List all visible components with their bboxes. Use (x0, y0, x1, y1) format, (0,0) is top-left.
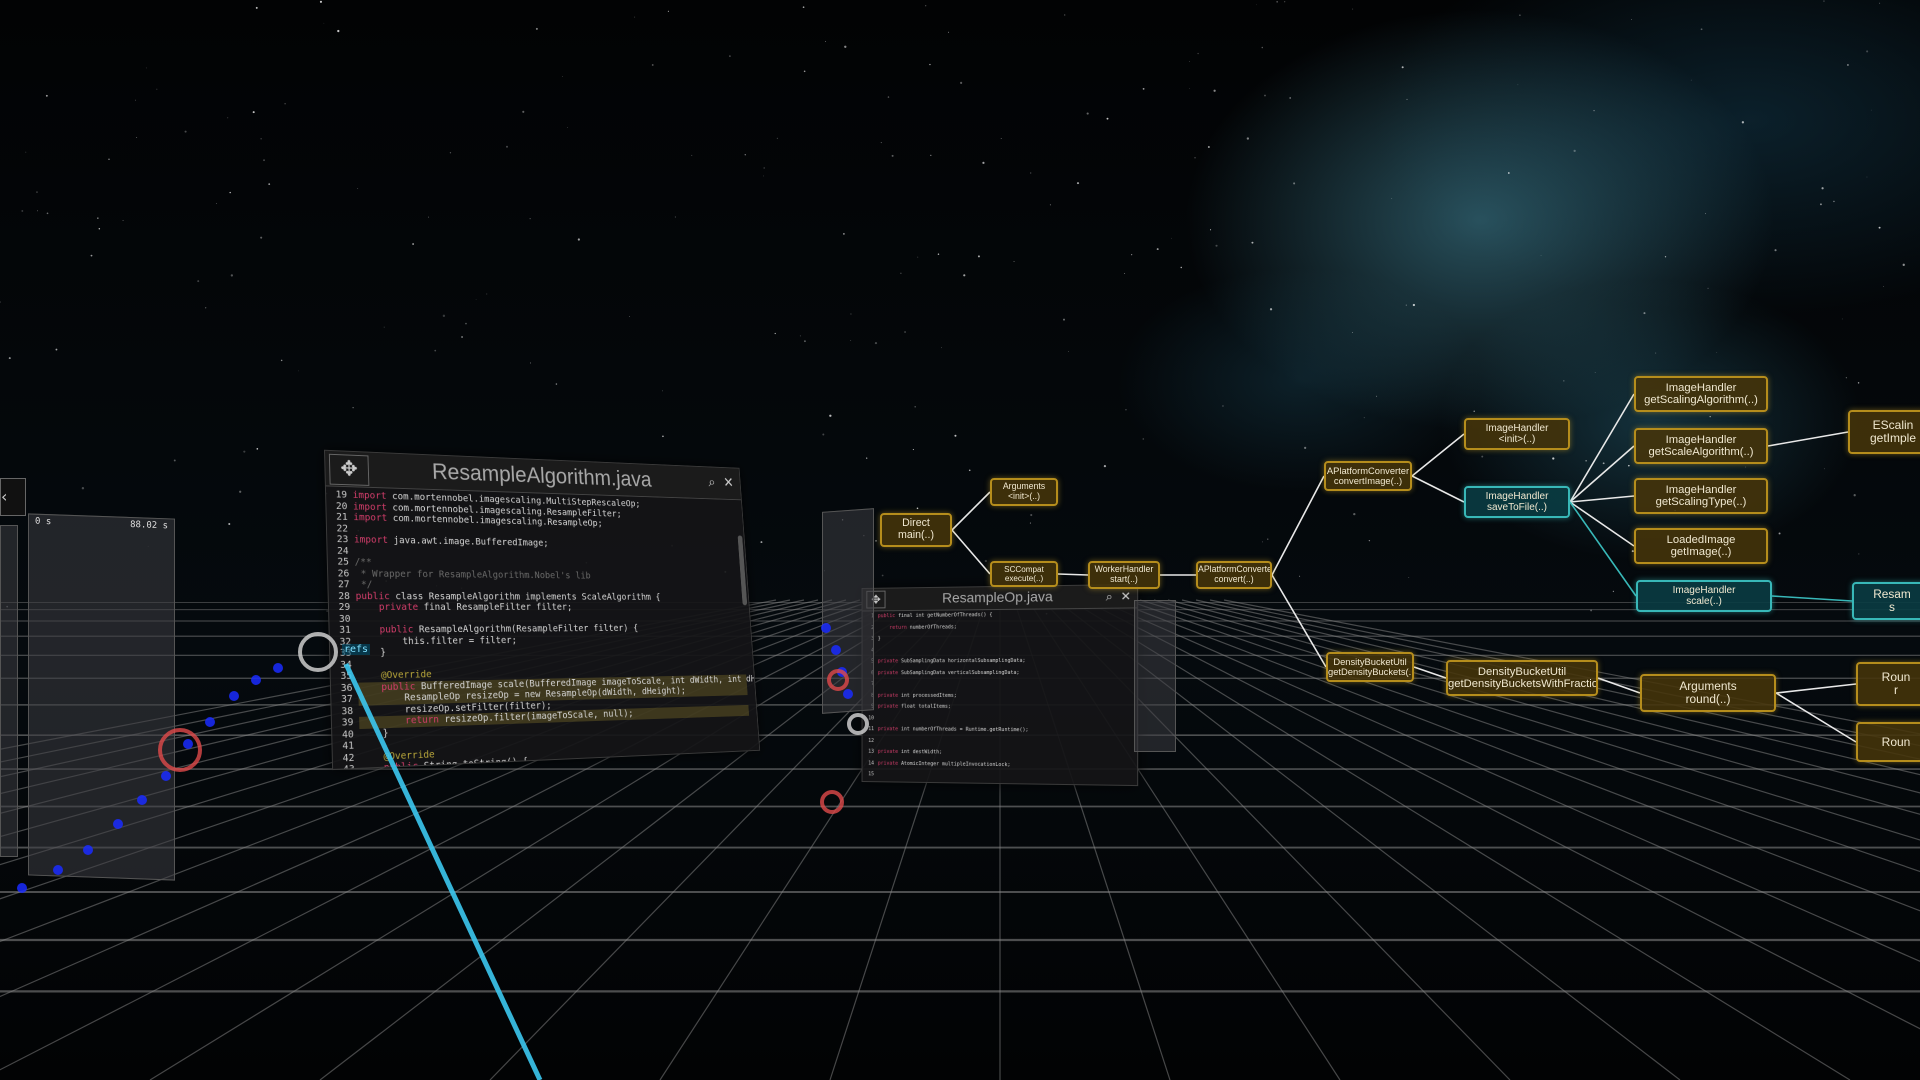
trail-dot (205, 717, 215, 727)
node-class-label: Direct (882, 518, 950, 530)
graph-edge (1412, 476, 1464, 502)
graph-node-ih-save[interactable]: ImageHandler saveToFile(..) (1464, 486, 1570, 518)
node-class-label: Arguments (992, 482, 1056, 492)
trail-dot (137, 795, 147, 805)
node-method-label: getScalingAlgorithm(..) (1636, 394, 1766, 406)
node-method-label: <init>(..) (992, 492, 1056, 502)
node-method-label: convertImage(..) (1326, 476, 1410, 486)
node-method-label: scale(..) (1638, 596, 1770, 607)
graph-node-args-round[interactable]: Arguments round(..) (1640, 674, 1776, 712)
graph-edge (1272, 476, 1324, 575)
trail-dot (161, 771, 171, 781)
trail-dot (831, 645, 841, 655)
graph-edge (1272, 575, 1326, 667)
graph-node-worker[interactable]: WorkerHandler start(..) (1088, 561, 1160, 589)
node-class-label: Resam (1854, 588, 1920, 601)
graph-node-dbu2[interactable]: DensityBucketUtil getDensityBucketsWithFr… (1446, 660, 1598, 696)
graph-node-apconv[interactable]: APlatformConverter convert(..) (1196, 561, 1272, 589)
graph-edge (1570, 446, 1634, 502)
graph-edge (1412, 434, 1464, 476)
trail-dot (821, 623, 831, 633)
node-class-label: Roun (1858, 736, 1920, 749)
trail-dot (83, 845, 93, 855)
node-class-label: DensityBucketUtil (1328, 657, 1412, 667)
node-method-label: convert(..) (1198, 575, 1270, 585)
graph-node-ih-getscalealg[interactable]: ImageHandler getScaleAlgorithm(..) (1634, 428, 1768, 464)
node-method-label: saveToFile(..) (1466, 502, 1568, 513)
node-method-label: <init>(..) (1466, 434, 1568, 445)
graph-node-roun2[interactable]: Roun (1856, 722, 1920, 762)
node-method-label: execute(..) (992, 574, 1056, 583)
node-class-label: ImageHandler (1636, 434, 1766, 446)
node-method-label: getScaleAlgorithm(..) (1636, 446, 1766, 458)
node-class-label: ImageHandler (1636, 484, 1766, 496)
trail-dot (53, 865, 63, 875)
node-method-label: start(..) (1090, 575, 1158, 585)
waypoint-ring[interactable] (300, 634, 336, 670)
graph-edge (1570, 502, 1634, 546)
node-class-label: Roun (1858, 671, 1920, 684)
node-class-label: APlatformConverter (1198, 565, 1270, 575)
node-class-label: ImageHandler (1466, 491, 1568, 502)
graph-node-direct[interactable]: Direct main(..) (880, 513, 952, 547)
graph-node-ih-gettype[interactable]: ImageHandler getScalingType(..) (1634, 478, 1768, 514)
node-class-label: DensityBucketUtil (1448, 666, 1596, 678)
waypoint-ring[interactable] (849, 715, 867, 733)
graph-node-apconv2[interactable]: APlatformConverter convertImage(..) (1324, 461, 1412, 491)
node-class-label: ImageHandler (1466, 423, 1568, 434)
graph-node-dbu1[interactable]: DensityBucketUtil getDensityBuckets(..) (1326, 652, 1414, 682)
waypoint-ring[interactable] (160, 730, 200, 770)
vr-scene: 0 s 88.02 s ‹ ✥ ResampleAlgorithm.java ⌕… (0, 0, 1920, 1080)
graph-node-resam[interactable]: Resam s (1852, 582, 1920, 620)
node-method-label: getImage(..) (1636, 546, 1766, 558)
graph-edge (1570, 496, 1634, 502)
graph-node-args-init[interactable]: Arguments <init>(..) (990, 478, 1058, 506)
graph-node-ih-scale[interactable]: ImageHandler scale(..) (1636, 580, 1772, 612)
node-class-label: SCCompat (992, 565, 1056, 574)
node-class-label: ImageHandler (1638, 585, 1770, 596)
trail-dot (183, 739, 193, 749)
node-method-label: getDensityBuckets(..) (1328, 667, 1412, 677)
graph-edge (952, 530, 990, 574)
waypoint-ring[interactable] (822, 792, 842, 812)
graph-edge (1414, 667, 1446, 678)
graph-edge (1776, 684, 1856, 693)
graph-edge (1598, 678, 1640, 693)
node-method-label: getScalingType(..) (1636, 496, 1766, 508)
graph-node-ih-init[interactable]: ImageHandler <init>(..) (1464, 418, 1570, 450)
trail-dot (113, 819, 123, 829)
node-class-label: ImageHandler (1636, 382, 1766, 394)
node-method-label: getDensityBucketsWithFractionScale(..) (1448, 678, 1596, 690)
graph-edge (1772, 596, 1852, 601)
graph-edge (1570, 394, 1634, 502)
node-class-label: WorkerHandler (1090, 565, 1158, 575)
graph-edge (1768, 432, 1848, 446)
graph-edge (1776, 693, 1856, 742)
trail-dot (273, 663, 283, 673)
node-class-label: Arguments (1642, 680, 1774, 693)
graph-node-roun1[interactable]: Roun r (1856, 662, 1920, 706)
graph-edge (952, 492, 990, 530)
controller-pointer-ray (346, 664, 540, 1080)
trail-dot (843, 689, 853, 699)
trail-dot (17, 883, 27, 893)
trail-dot (229, 691, 239, 701)
node-method-label: s (1854, 601, 1920, 614)
node-class-label: APlatformConverter (1326, 466, 1410, 476)
node-method-label: main(..) (882, 530, 950, 542)
graph-node-scexec[interactable]: SCCompat execute(..) (990, 561, 1058, 587)
node-method-label: round(..) (1642, 693, 1774, 706)
graph-edge (1058, 574, 1088, 575)
graph-edge (1570, 502, 1636, 596)
node-method-label: r (1858, 684, 1920, 697)
graph-node-loaded[interactable]: LoadedImage getImage(..) (1634, 528, 1768, 564)
node-class-label: EScalin (1850, 419, 1920, 432)
call-graph-edges (0, 0, 1920, 1080)
graph-node-ih-getalg[interactable]: ImageHandler getScalingAlgorithm(..) (1634, 376, 1768, 412)
graph-node-escal[interactable]: EScalin getImple (1848, 410, 1920, 454)
node-method-label: getImple (1850, 432, 1920, 445)
node-class-label: LoadedImage (1636, 534, 1766, 546)
trail-dot (251, 675, 261, 685)
